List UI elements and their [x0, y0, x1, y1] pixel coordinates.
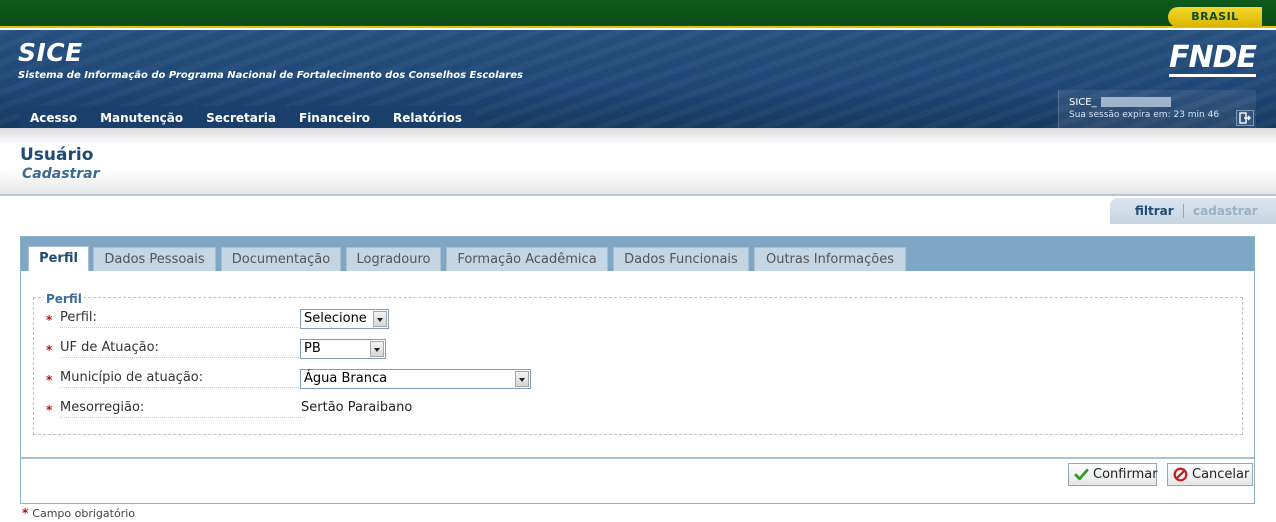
brasil-link[interactable]: BRASIL	[1168, 7, 1262, 27]
page-title: Usuário	[20, 145, 94, 165]
required-note-text: Campo obrigatório	[32, 507, 135, 520]
session-box: SICE_ Sua sessão expira em: 23 min 46	[1058, 90, 1256, 128]
fnde-logo: FNDE	[1169, 40, 1257, 77]
field-row-perfil: * Perfil:	[46, 309, 326, 329]
uf-select[interactable]: PB	[300, 339, 386, 359]
municipio-label: Município de atuação:	[60, 370, 305, 388]
check-icon	[1074, 468, 1089, 481]
app-title: SICE	[18, 38, 83, 67]
menu-item-secretaria[interactable]: Secretaria	[196, 106, 296, 128]
session-user: SICE_	[1069, 97, 1171, 108]
municipio-select-value: Água Branca	[304, 371, 388, 386]
required-mark: *	[46, 373, 53, 387]
tab-formacao-academica[interactable]: Formação Acadêmica	[446, 247, 608, 271]
perfil-select-value: Selecione	[304, 311, 367, 326]
municipio-select[interactable]: Água Branca	[300, 369, 531, 389]
confirm-button-label: Confirmar	[1093, 467, 1158, 482]
profile-fieldset: Perfil * Perfil: Selecione * UF de Atuaç…	[33, 292, 1243, 435]
main-menu: Acesso Manutenção Secretaria Financeiro …	[20, 106, 483, 128]
page-actions: filtrar cadastrar	[1110, 198, 1276, 224]
form-panel: Perfil Dados Pessoais Documentação Logra…	[20, 236, 1255, 504]
filter-link[interactable]: filtrar	[1135, 204, 1174, 218]
uf-label: UF de Atuação:	[60, 340, 305, 358]
tab-perfil[interactable]: Perfil	[28, 246, 89, 271]
tab-outras-informacoes[interactable]: Outras Informações	[754, 247, 906, 271]
page-title-band: Usuário Cadastrar	[0, 128, 1276, 196]
cancel-button[interactable]: Cancelar	[1167, 463, 1253, 486]
tab-dados-funcionais[interactable]: Dados Funcionais	[613, 247, 749, 271]
menu-item-financeiro[interactable]: Financeiro	[289, 106, 391, 128]
cancel-icon	[1173, 467, 1188, 482]
field-row-uf: * UF de Atuação:	[46, 339, 326, 359]
page-subtitle: Cadastrar	[22, 166, 100, 182]
menu-item-acesso[interactable]: Acesso	[20, 106, 98, 128]
perfil-select[interactable]: Selecione	[300, 309, 389, 329]
actions-divider	[1183, 204, 1184, 218]
tab-dados-pessoais[interactable]: Dados Pessoais	[93, 247, 216, 271]
mesorregiao-value: Sertão Paraibano	[301, 400, 413, 415]
required-mark: *	[46, 403, 53, 417]
app-subtitle: Sistema de Informação do Programa Nacion…	[18, 70, 523, 81]
chevron-down-icon	[515, 371, 529, 387]
government-bar: BRASIL	[0, 0, 1276, 28]
required-mark: *	[22, 506, 29, 520]
fieldset-legend: Perfil	[44, 292, 84, 306]
perfil-label: Perfil:	[60, 310, 305, 328]
menu-item-manutencao[interactable]: Manutenção	[90, 106, 204, 128]
chevron-down-icon	[370, 341, 384, 357]
mesorregiao-label: Mesorregião:	[60, 400, 305, 418]
field-row-municipio: * Município de atuação:	[46, 369, 326, 389]
tab-bar: Perfil Dados Pessoais Documentação Logra…	[21, 237, 1254, 271]
confirm-button[interactable]: Confirmar	[1068, 463, 1158, 486]
menu-item-relatorios[interactable]: Relatórios	[383, 106, 483, 128]
field-row-mesorregiao: * Mesorregião:	[46, 399, 326, 419]
create-link[interactable]: cadastrar	[1193, 204, 1258, 218]
required-mark: *	[46, 313, 53, 327]
tab-documentacao[interactable]: Documentação	[221, 247, 341, 271]
required-mark: *	[46, 343, 53, 357]
uf-select-value: PB	[304, 341, 321, 356]
required-field-note: * Campo obrigatório	[22, 506, 135, 520]
chevron-down-icon	[373, 311, 387, 327]
redacted-username	[1100, 97, 1171, 107]
app-header: SICE Sistema de Informação do Programa N…	[0, 30, 1276, 128]
cancel-button-label: Cancelar	[1192, 467, 1250, 482]
panel-divider	[21, 457, 1254, 459]
tab-logradouro[interactable]: Logradouro	[346, 247, 441, 271]
logout-icon[interactable]	[1236, 110, 1254, 126]
session-expire-text: Sua sessão expira em: 23 min 46	[1069, 110, 1220, 120]
